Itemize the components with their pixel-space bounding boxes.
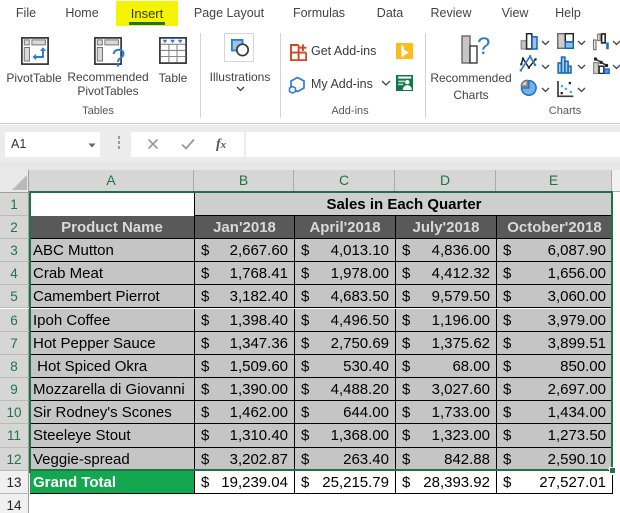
svg-text:?: ? [112,44,126,70]
svg-text:?: ? [477,35,490,60]
